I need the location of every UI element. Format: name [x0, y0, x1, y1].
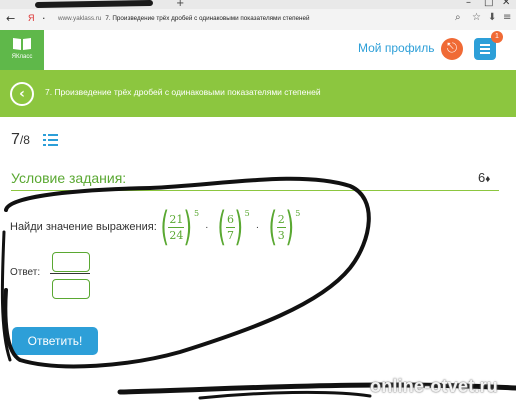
- browser-tab-strip: + – □ ✕: [0, 0, 516, 9]
- notification-badge: 1: [491, 31, 503, 43]
- lock-icon: ·: [42, 12, 46, 25]
- progress-total: /8: [19, 133, 30, 147]
- submit-button[interactable]: Ответить!: [12, 327, 98, 355]
- profile-link[interactable]: Мой профиль: [358, 41, 435, 55]
- menu-icon[interactable]: ≡: [503, 12, 511, 23]
- yandex-icon: Я: [28, 13, 35, 23]
- lesson-title-bar: ‹ 7. Произведение трёх дробей с одинаков…: [0, 70, 516, 117]
- diamond-icon: ♦: [485, 174, 491, 185]
- site-header: ЯКласс Мой профиль ⎋ 1: [0, 30, 516, 70]
- answer-label: Ответ:: [10, 267, 41, 278]
- back-button[interactable]: ‹: [10, 82, 34, 106]
- numerator-input[interactable]: [52, 252, 90, 272]
- lesson-title: 7. Произведение трёх дробей с одинаковым…: [45, 87, 321, 97]
- fraction-power-2: ( 67 ) 5: [217, 204, 250, 250]
- exit-icon: ⎋: [446, 41, 458, 56]
- download-icon[interactable]: ⬇: [488, 12, 496, 23]
- exit-button[interactable]: ⎋: [441, 38, 463, 60]
- hamburger-icon: [480, 44, 490, 46]
- bookmark-icon[interactable]: ☆: [472, 12, 481, 23]
- task-list-icon[interactable]: [43, 134, 58, 146]
- task-expression: Найди значение выражения: ( 21 24 ) 5 · (…: [10, 203, 300, 251]
- fraction-bar: [50, 273, 90, 274]
- points-value: 6♦: [478, 170, 491, 185]
- search-icon[interactable]: ⌕: [455, 12, 461, 23]
- maximize-icon[interactable]: □: [484, 0, 493, 8]
- task-progress: 7/8: [11, 131, 30, 149]
- watermark: online-otvet.ru: [370, 376, 498, 396]
- divider: [11, 190, 499, 191]
- condition-title: Условие задания:: [11, 170, 127, 186]
- minimize-icon[interactable]: –: [466, 0, 471, 8]
- denominator-input[interactable]: [52, 279, 90, 299]
- multiply-operator: ·: [205, 221, 209, 233]
- back-arrow-icon[interactable]: ←: [6, 12, 15, 25]
- close-icon[interactable]: ✕: [502, 0, 510, 8]
- progress-current: 7: [11, 131, 20, 148]
- url-field[interactable]: www.yaklass.ru 7. Произведение трёх дробе…: [58, 15, 310, 22]
- tab-scribble: [34, 0, 154, 9]
- book-icon: [13, 38, 31, 50]
- chevron-left-icon: ‹: [19, 86, 25, 102]
- fraction-power-3: ( 23 ) 5: [268, 204, 301, 250]
- task-prompt: Найди значение выражения:: [10, 221, 157, 233]
- fraction-power-1: ( 21 24 ) 5: [160, 204, 200, 250]
- yaklass-logo[interactable]: ЯКласс: [0, 30, 44, 70]
- multiply-operator: ·: [255, 221, 260, 233]
- address-bar: ← Я · www.yaklass.ru 7. Произведение трёх…: [0, 9, 516, 31]
- new-tab-button[interactable]: +: [176, 0, 184, 9]
- logo-text: ЯКласс: [11, 54, 33, 60]
